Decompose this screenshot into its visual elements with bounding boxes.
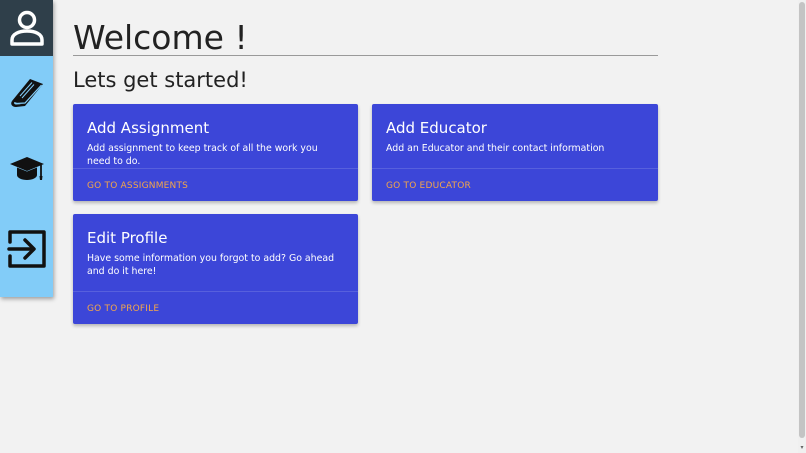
card-divider xyxy=(372,168,658,169)
card-text: Add an Educator and their contact inform… xyxy=(386,143,605,154)
card-text: Have some information you forgot to add?… xyxy=(87,253,335,277)
card-edit-profile: Edit Profile Have some information you f… xyxy=(73,214,358,324)
card-title: Add Assignment xyxy=(87,119,210,137)
sidebar-item-profile[interactable] xyxy=(0,0,53,56)
go-to-educator-link[interactable]: GO TO EDUCATOR xyxy=(386,180,471,192)
exit-icon xyxy=(6,230,46,268)
vertical-scrollbar[interactable]: ▾ xyxy=(798,0,806,453)
go-to-profile-link[interactable]: GO TO PROFILE xyxy=(87,303,159,315)
book-icon xyxy=(10,79,43,107)
user-icon xyxy=(9,10,44,46)
page-subtitle: Lets get started! xyxy=(73,68,248,92)
sidebar-item-assignments[interactable] xyxy=(0,72,53,112)
card-add-educator: Add Educator Add an Educator and their c… xyxy=(372,104,658,201)
page-title: Welcome ! xyxy=(73,18,248,57)
card-title: Edit Profile xyxy=(87,229,168,247)
sidebar-item-educators[interactable] xyxy=(0,150,53,188)
graduation-cap-icon xyxy=(9,157,44,180)
card-add-assignment: Add Assignment Add assignment to keep tr… xyxy=(73,104,358,201)
card-text: Add assignment to keep track of all the … xyxy=(87,143,318,167)
card-title: Add Educator xyxy=(386,119,487,137)
card-divider xyxy=(73,291,358,292)
sidebar-item-logout[interactable] xyxy=(0,226,53,272)
scroll-down-icon[interactable]: ▾ xyxy=(799,445,805,451)
sidebar xyxy=(0,0,53,297)
card-divider xyxy=(73,168,358,169)
title-divider xyxy=(73,55,658,56)
scrollbar-thumb[interactable] xyxy=(799,2,805,438)
go-to-assignments-link[interactable]: GO TO ASSIGNMENTS xyxy=(87,180,188,192)
